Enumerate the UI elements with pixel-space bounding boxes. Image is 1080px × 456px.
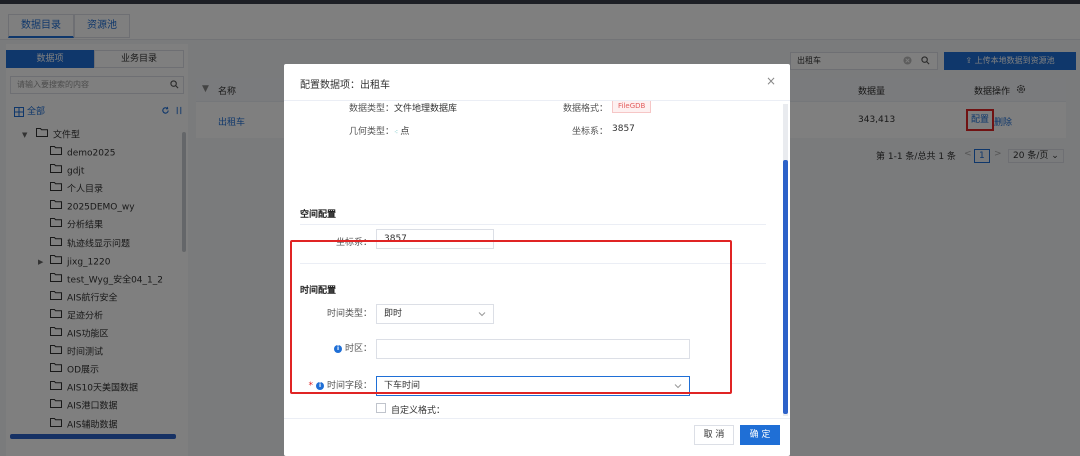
data-type-label: 数据类型： (348, 104, 394, 114)
data-format-tag: FileGDB (612, 101, 652, 113)
modal-title: 配置数据项：出租车 (300, 80, 390, 91)
crs-label: 坐标系： (571, 127, 608, 137)
geom-type-value-wrap: ⁖ 点 (394, 124, 409, 137)
time-config-highlight (290, 240, 732, 394)
crs-value: 3857 (612, 124, 635, 134)
close-icon[interactable]: × (766, 74, 776, 88)
config-modal: 配置数据项：出租车 × 数据类型： 文件地理数据库 数据格式： FileGDB … (284, 64, 790, 456)
section-divider (300, 224, 766, 225)
geom-type-label: 几何类型： (348, 127, 394, 137)
data-type-value: 文件地理数据库 (394, 104, 458, 114)
spatial-section-title: 空间配置 (300, 210, 337, 220)
data-format-label: 数据格式： (562, 104, 608, 114)
custom-format-label: 自定义格式： (391, 406, 446, 416)
modal-footer-divider (284, 418, 790, 419)
custom-format-checkbox[interactable] (376, 403, 386, 413)
cancel-button[interactable]: 取 消 (694, 425, 734, 445)
geom-type-value: 点 (400, 127, 410, 137)
confirm-button[interactable]: 确 定 (740, 425, 780, 445)
modal-scrollbar-thumb[interactable] (783, 160, 788, 414)
